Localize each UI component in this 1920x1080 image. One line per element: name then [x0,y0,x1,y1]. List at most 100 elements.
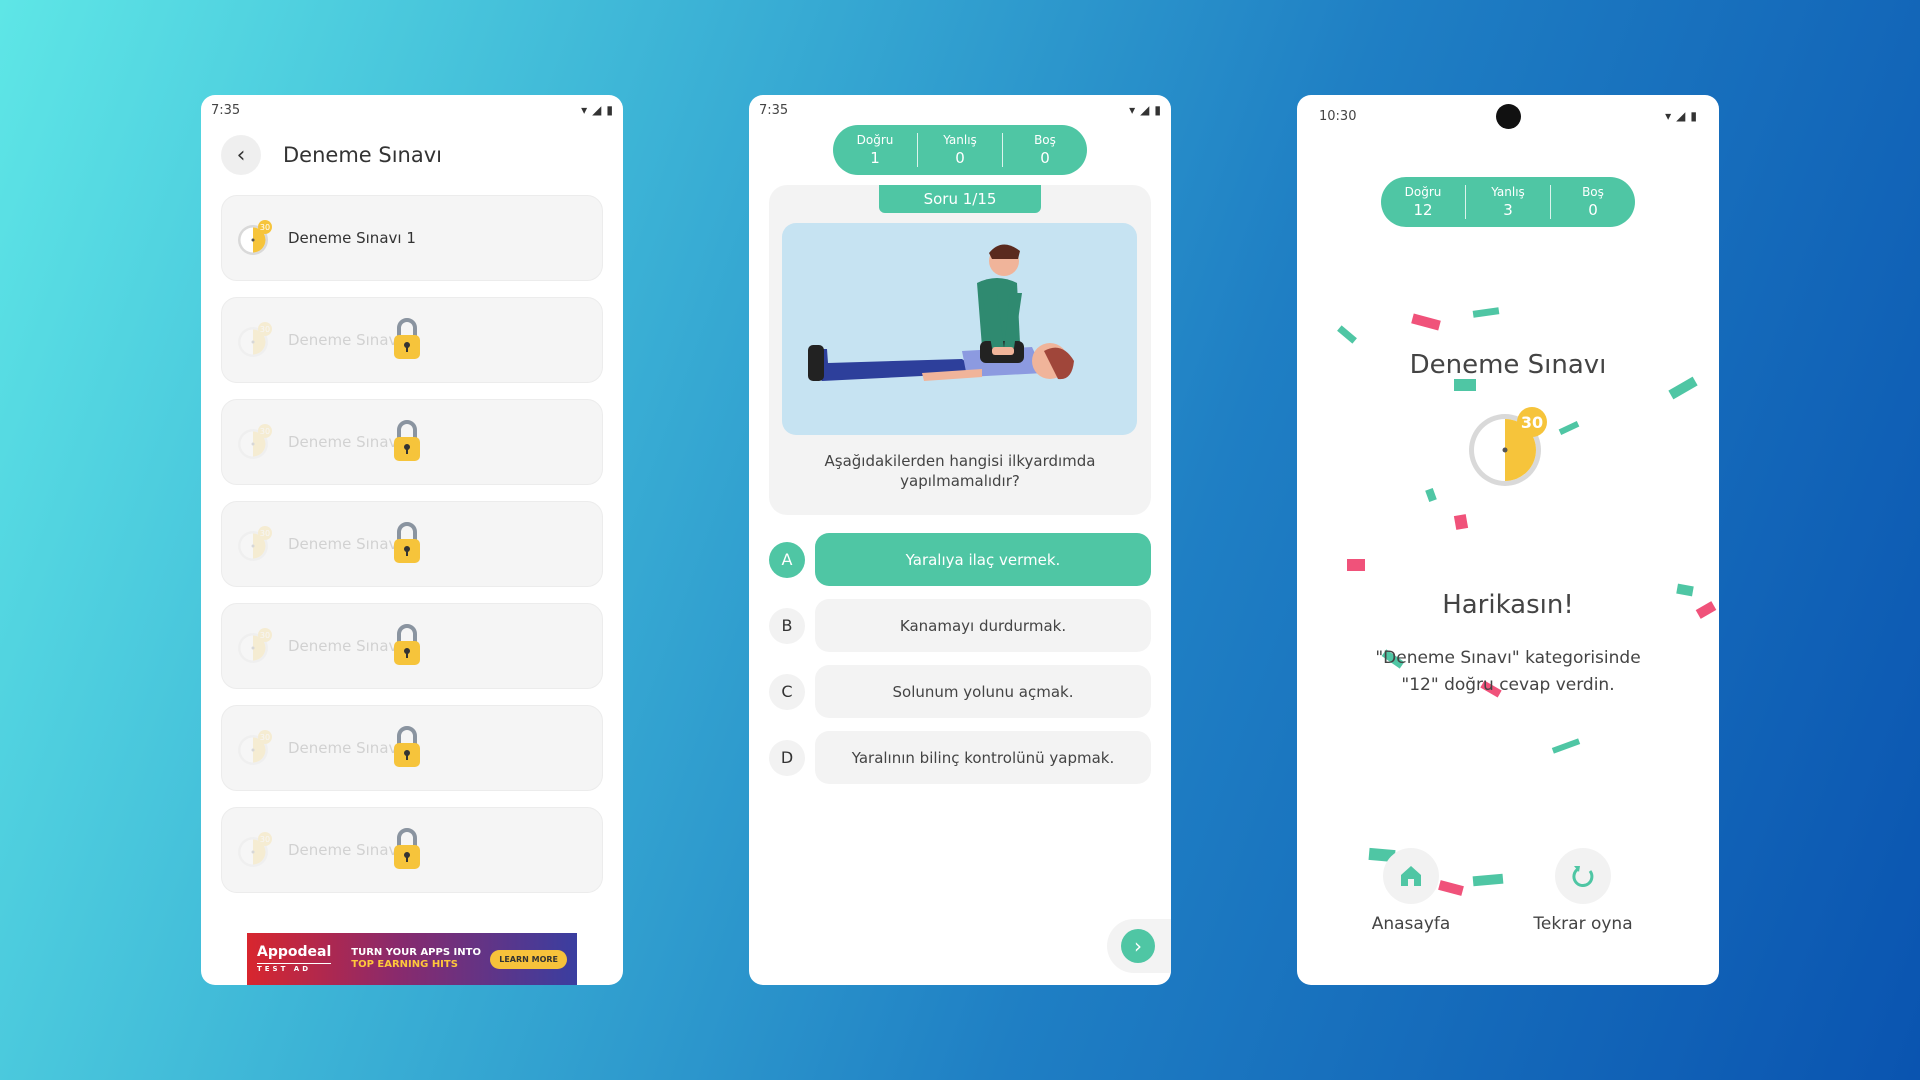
status-bar: 7:35 ▾ ◢ ▮ [201,95,623,125]
confetti-piece [1425,487,1437,503]
stopwatch-icon: 30 [1465,400,1555,490]
home-button[interactable]: Anasayfa [1356,848,1466,934]
battery-icon: ▮ [1154,103,1161,117]
exam-item[interactable]: 30 Deneme Sınavı 1 [221,195,603,281]
ad-banner[interactable]: Appodeal TEST AD TURN YOUR APPS INTO TOP… [247,933,577,985]
signal-icon: ◢ [1140,103,1150,117]
ad-learn-more-button[interactable]: LEARN MORE [490,949,567,969]
exam-item-label: Deneme Sınavı [288,739,402,757]
exam-item-locked[interactable]: 30 Deneme Sınavı [221,705,603,791]
ad-brand: Appodeal [257,944,332,960]
exam-item-label: Deneme Sınavı 1 [288,229,416,247]
confetti-piece [1668,376,1698,400]
answer-text[interactable]: Solunum yolunu açmak. [815,665,1151,718]
confetti-piece [1454,379,1476,391]
score-correct-label: Doğru [1404,185,1442,199]
score-correct: Doğru 1 [833,133,918,167]
score-wrong: Yanlış 3 [1466,185,1551,219]
lock-icon [394,318,420,359]
cpr-illustration [782,223,1137,435]
score-empty-label: Boş [1582,185,1604,199]
score-wrong-label: Yanlış [943,133,977,147]
battery-icon: ▮ [606,103,613,117]
exam-item-locked[interactable]: 30 Deneme Sınavı [221,603,603,689]
ad-text: TURN YOUR APPS INTO TOP EARNING HITS [351,947,481,972]
stopwatch-badge: 30 [260,631,270,640]
stopwatch-icon: 30 [238,220,272,255]
stopwatch-icon: 30 [238,832,272,867]
exam-item-locked[interactable]: 30 Deneme Sınavı [221,807,603,893]
replay-label: Tekrar oyna [1533,914,1633,934]
exam-list[interactable]: 30 Deneme Sınavı 1 30 Deneme Sınavı 30 Deneme… [201,195,623,915]
stopwatch-badge: 30 [260,733,270,742]
congrats-text: Harikasın! [1442,590,1574,620]
answer-text[interactable]: Kanamayı durdurmak. [815,599,1151,652]
exam-item-label: Deneme Sınavı [288,637,402,655]
score-empty: Boş 0 [1551,185,1635,219]
lock-icon [394,624,420,665]
exam-item-locked[interactable]: 30 Deneme Sınavı [221,501,603,587]
score-wrong-label: Yanlış [1491,185,1525,199]
question-screen: 7:35 ▾ ◢ ▮ Doğru 1 Yanlış 0 Boş 0 Soru 1… [749,95,1171,985]
confetti-piece [1337,325,1357,344]
score-correct-label: Doğru [856,133,894,147]
answer-text[interactable]: Yaralıya ilaç vermek. [815,533,1151,586]
score-correct-value: 1 [870,149,880,167]
status-time: 7:35 [211,102,241,118]
home-icon [1383,848,1439,904]
score-correct-value: 12 [1413,201,1433,219]
ad-tag: TEST AD [257,963,332,973]
answer-letter: A [769,541,805,578]
answer-letter: D [769,739,805,776]
status-bar: 7:35 ▾ ◢ ▮ [749,95,1171,125]
refresh-icon [1555,848,1611,904]
answer-text[interactable]: Yaralının bilinç kontrolünü yapmak. [815,731,1151,784]
stopwatch-badge: 30 [1521,413,1543,432]
lock-icon [394,522,420,563]
question-card: Soru 1/15 Aşağıdakilerden hangisi ilkyar… [769,185,1151,515]
back-button[interactable]: ‹ [221,135,261,175]
stopwatch-badge: 30 [260,427,270,436]
status-icons: ▾ ◢ ▮ [1665,109,1697,123]
status-icons: ▾ ◢ ▮ [1129,103,1161,117]
result-message-line2: "12" doğru cevap verdin. [1401,675,1615,696]
score-empty: Boş 0 [1003,133,1087,167]
status-time: 7:35 [759,102,789,118]
score-pill: Doğru 1 Yanlış 0 Boş 0 [833,125,1087,175]
answer-option[interactable]: D Yaralının bilinç kontrolünü yapmak. [769,731,1151,784]
replay-button[interactable]: Tekrar oyna [1528,848,1638,934]
result-message-line1: "Deneme Sınavı" kategorisinde [1375,648,1641,668]
score-empty-label: Boş [1034,133,1056,147]
chevron-right-icon: › [1121,929,1155,963]
exam-item-locked[interactable]: 30 Deneme Sınavı [221,297,603,383]
stopwatch-icon: 30 [238,424,272,459]
exam-item-locked[interactable]: 30 Deneme Sınavı [221,399,603,485]
answer-option[interactable]: B Kanamayı durdurmak. [769,599,1151,652]
camera-cutout [1496,104,1521,129]
status-time: 10:30 [1319,108,1357,124]
score-pill: Doğru 12 Yanlış 3 Boş 0 [1381,177,1635,227]
confetti-piece [1347,559,1365,571]
exam-item-label: Deneme Sınavı [288,841,402,859]
stopwatch-badge: 30 [260,325,270,334]
answer-option[interactable]: A Yaralıya ilaç vermek. [769,533,1151,586]
wifi-icon: ▾ [581,103,588,117]
question-text: Aşağıdakilerden hangisi ilkyardımda yapı… [824,452,1096,491]
stopwatch-icon: 30 [238,322,272,357]
wifi-icon: ▾ [1665,109,1672,123]
stopwatch-badge: 30 [260,529,270,538]
chevron-left-icon: ‹ [236,142,246,168]
result-screen: 10:30 ▾ ◢ ▮ Doğru 12 Yanlış 3 Boş 0 Dene… [1297,95,1719,985]
answer-option[interactable]: C Solunum yolunu açmak. [769,665,1151,718]
confetti-piece [1558,421,1580,435]
exam-list-screen: 7:35 ▾ ◢ ▮ ‹ Deneme Sınavı 30 Deneme Sına… [201,95,623,985]
score-empty-value: 0 [1588,201,1598,219]
lock-icon [394,726,420,767]
stopwatch-badge: 30 [260,835,270,844]
ad-line1: TURN YOUR APPS INTO [351,946,481,958]
score-wrong: Yanlış 0 [918,133,1003,167]
question-number-tab: Soru 1/15 [879,185,1041,213]
battery-icon: ▮ [1690,109,1697,123]
next-button[interactable]: › [1107,919,1171,973]
confetti-piece [1472,307,1500,318]
